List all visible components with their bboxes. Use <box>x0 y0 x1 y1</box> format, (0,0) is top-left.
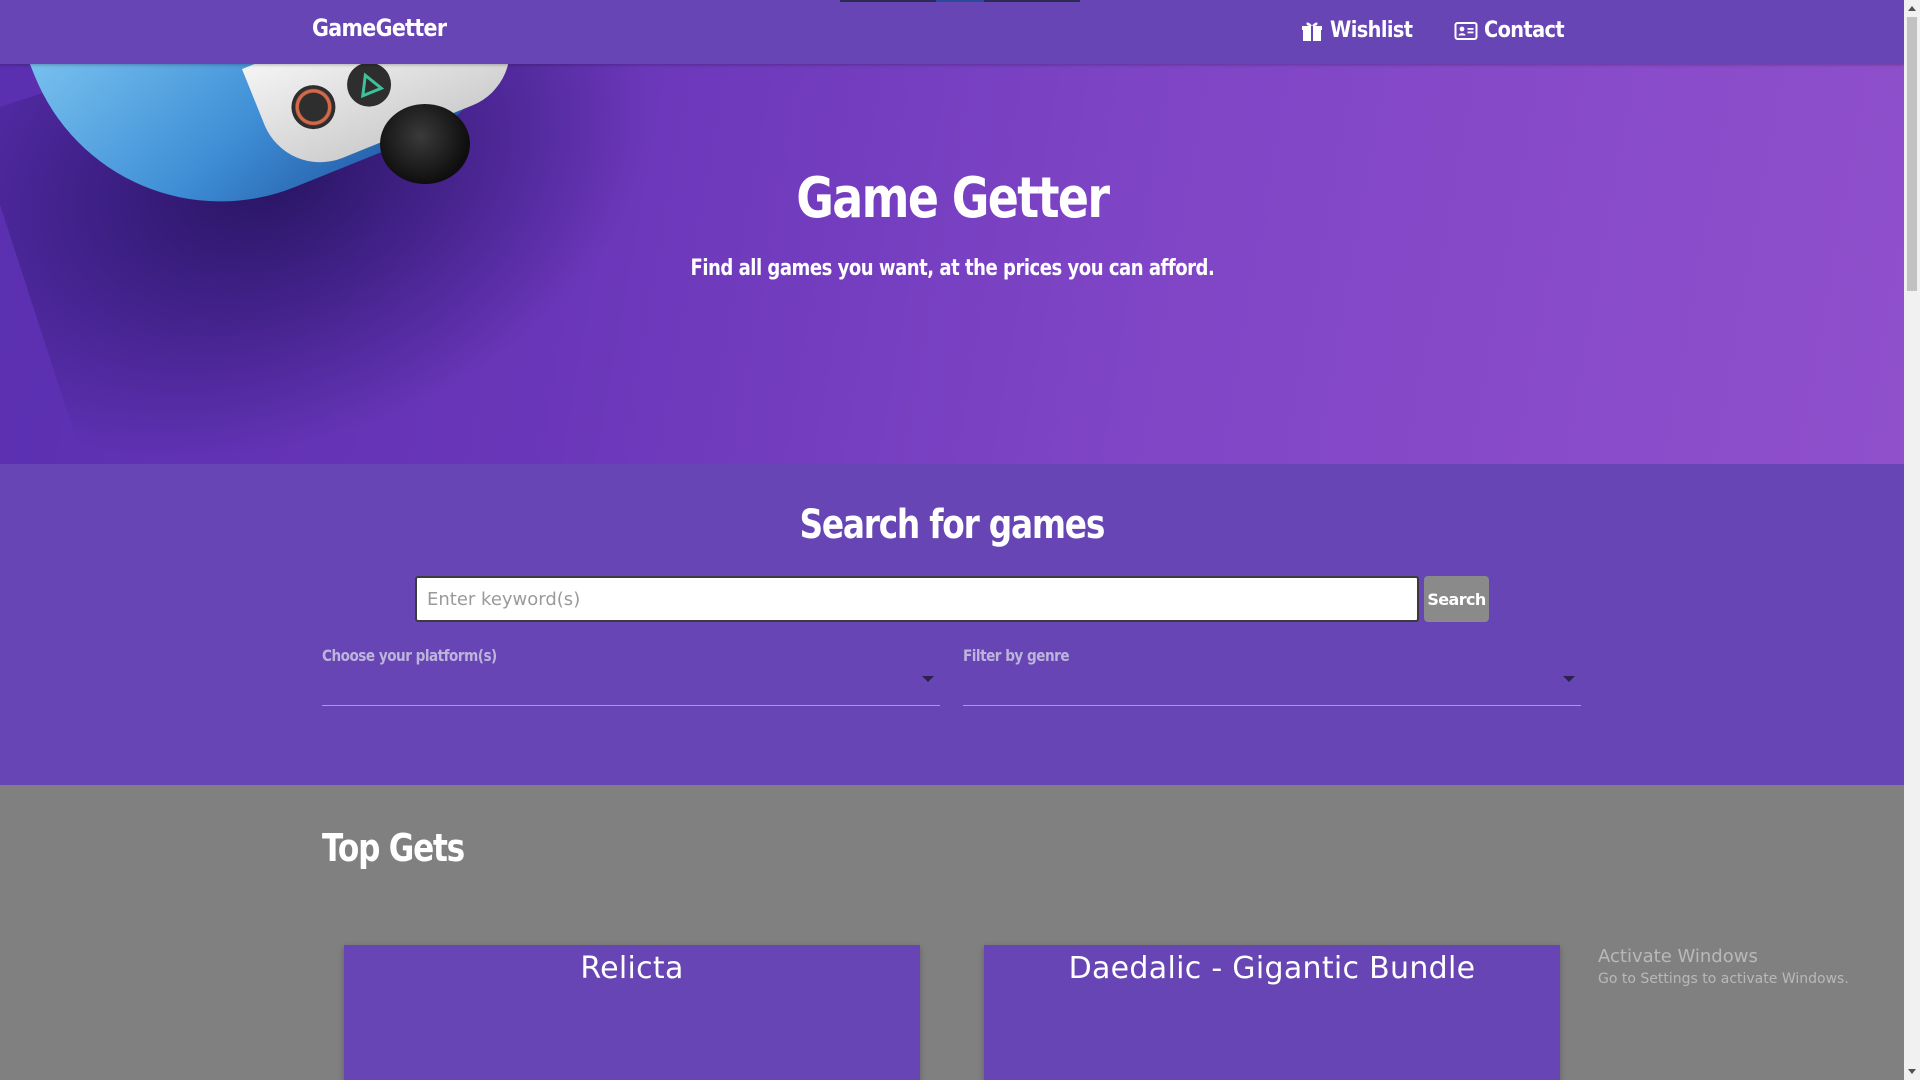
search-input[interactable] <box>415 576 1419 622</box>
hero-banner: Game Getter Find all games you want, at … <box>0 64 1904 464</box>
vertical-scrollbar[interactable] <box>1904 0 1920 1080</box>
hero-title-text: Game Getter <box>795 166 1110 231</box>
contact-card-icon <box>1454 21 1478 40</box>
search-section: Search for games Search Choose your plat… <box>0 464 1904 785</box>
nav-wishlist-label: Wishlist <box>1330 18 1413 43</box>
platform-select-label: Choose your platform(s) <box>322 646 528 665</box>
nav-contact-label: Contact <box>1484 18 1565 43</box>
nav-contact-link[interactable]: Contact <box>1454 18 1575 43</box>
page: GameGetter Wishlist Contact Game Getter … <box>0 0 1904 1080</box>
genre-select-label: Filter by genre <box>963 646 1088 665</box>
nav-wishlist-link[interactable]: Wishlist <box>1300 18 1424 43</box>
hero-subtitle: Find all games you want, at the prices y… <box>0 256 1904 281</box>
watermark-line1: Activate Windows <box>1598 946 1758 967</box>
loading-indicator <box>840 0 1080 2</box>
controller-circle-button <box>284 78 343 136</box>
genre-select-label-text: Filter by genre <box>963 646 1070 665</box>
platform-select-label-text: Choose your platform(s) <box>322 646 497 665</box>
watermark-line2: Go to Settings to activate Windows. <box>1598 971 1849 987</box>
scroll-up-arrow-icon[interactable] <box>1908 6 1916 11</box>
hero-subtitle-text: Find all games you want, at the prices y… <box>690 256 1214 281</box>
platform-select[interactable]: Choose your platform(s) <box>322 646 940 706</box>
search-title: Search for games <box>0 502 1904 548</box>
windows-activation-watermark: Activate Windows Go to Settings to activ… <box>1598 946 1849 987</box>
scrollbar-thumb[interactable] <box>1907 17 1917 291</box>
search-button[interactable]: Search <box>1424 576 1489 622</box>
top-gets-title-text: Top Gets <box>322 826 465 870</box>
navbar: GameGetter Wishlist Contact <box>0 0 1904 64</box>
hero-title: Game Getter <box>0 166 1904 231</box>
brand-logo-link[interactable]: GameGetter <box>312 14 447 42</box>
genre-select[interactable]: Filter by genre <box>963 646 1581 706</box>
game-card[interactable]: Daedalic - Gigantic Bundle <box>984 945 1560 1080</box>
search-title-text: Search for games <box>799 502 1106 548</box>
game-card[interactable]: Relicta <box>344 945 920 1080</box>
loading-indicator-segment <box>936 0 984 2</box>
gift-icon <box>1302 22 1323 41</box>
controller-triangle-button <box>340 64 398 114</box>
top-gets-title: Top Gets <box>322 826 495 870</box>
chevron-down-icon <box>1563 676 1575 682</box>
game-card-title: Relicta <box>580 951 684 986</box>
scroll-down-arrow-icon[interactable] <box>1908 1069 1916 1074</box>
nav-links: Wishlist Contact <box>1300 18 1575 43</box>
game-card-title: Daedalic - Gigantic Bundle <box>1068 951 1476 986</box>
chevron-down-icon <box>922 676 934 682</box>
